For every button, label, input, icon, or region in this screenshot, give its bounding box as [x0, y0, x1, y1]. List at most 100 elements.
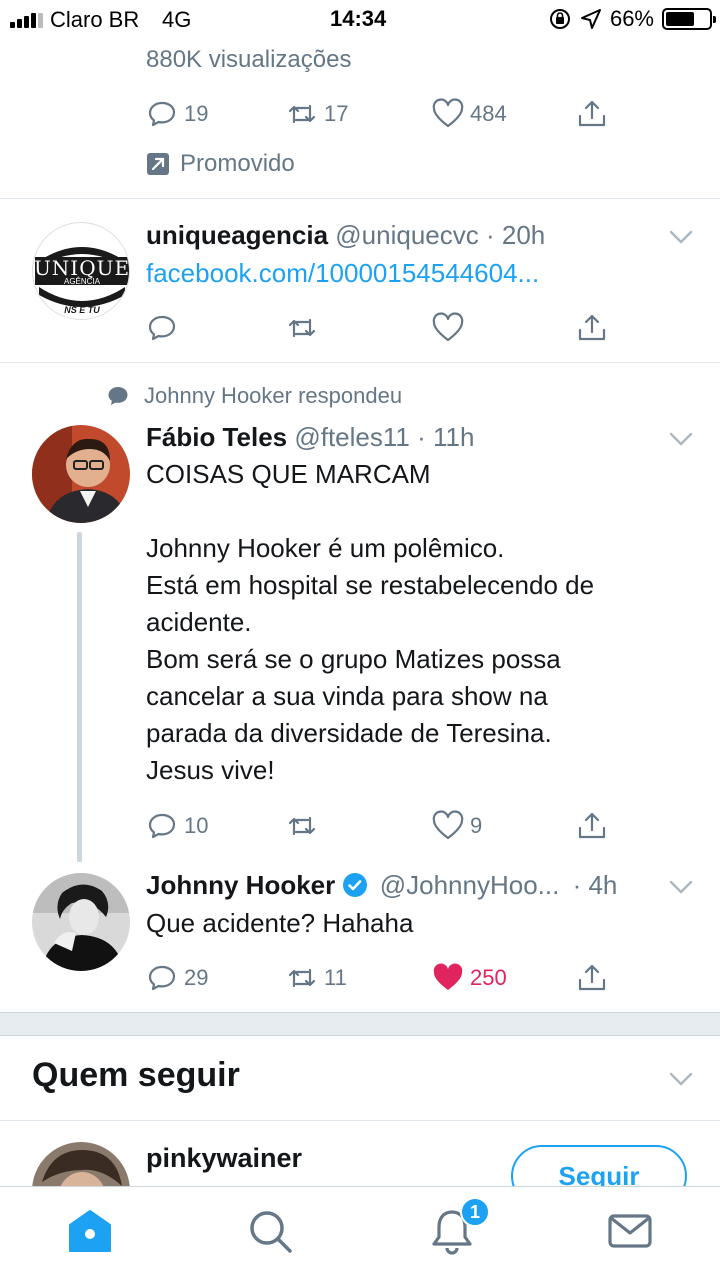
heart-icon: [432, 98, 464, 128]
user-name[interactable]: Fábio Teles: [146, 422, 287, 452]
reply-icon: [148, 315, 176, 341]
reply-button[interactable]: 10: [146, 806, 208, 846]
reply-button[interactable]: [146, 308, 178, 348]
tweet-body: Que acidente? Hahaha: [146, 908, 414, 938]
reply-count: 29: [184, 965, 209, 990]
tweet-line: Johnny Hooker é um polêmico.: [146, 533, 505, 563]
promoted-icon: [147, 153, 169, 175]
tweet-actions: [146, 308, 626, 348]
reply-count: 19: [184, 101, 209, 126]
reply-count: 10: [184, 813, 209, 838]
retweet-button[interactable]: [286, 308, 318, 348]
notification-badge: 1: [460, 1197, 490, 1227]
retweet-button[interactable]: 11: [286, 958, 347, 998]
like-button[interactable]: 250: [432, 958, 507, 998]
tweet-header: Fábio Teles @fteles11 · 11h: [146, 422, 474, 453]
user-name[interactable]: Johnny Hooker: [146, 870, 335, 900]
chevron-down-icon[interactable]: [668, 426, 694, 452]
view-count: 880K visualizações: [146, 46, 352, 73]
messages-envelope-icon[interactable]: [606, 1207, 654, 1255]
chevron-down-icon[interactable]: [668, 874, 694, 900]
like-count: 484: [470, 101, 507, 126]
tweet-line: [146, 493, 594, 530]
home-icon[interactable]: [66, 1207, 114, 1255]
share-button[interactable]: [576, 958, 608, 998]
thread-connector: [77, 532, 82, 862]
like-count: 9: [470, 813, 483, 838]
status-bar: Claro BR 4G 14:34 66%: [0, 0, 720, 40]
section-separator: [0, 1012, 720, 1036]
share-button[interactable]: [576, 308, 608, 348]
tab-bar: [0, 1186, 720, 1280]
tweet-body: COISAS QUE MARCAM Johnny Hooker é um pol…: [146, 456, 594, 789]
retweet-icon: [288, 968, 316, 988]
avatar-bottom-text: NS E TU: [64, 305, 100, 315]
suggested-user-name[interactable]: pinkywainer: [146, 1143, 302, 1174]
carrier-name: Claro BR: [50, 7, 140, 32]
tweet-time: · 11h: [417, 422, 475, 452]
avatar[interactable]: [32, 873, 130, 971]
share-button[interactable]: [576, 94, 608, 134]
tweet-line: COISAS QUE MARCAM: [146, 459, 431, 489]
reply-context-text: Johnny Hooker respondeu: [144, 383, 403, 408]
share-icon: [578, 314, 606, 341]
reply-button[interactable]: 19: [146, 94, 208, 134]
user-handle[interactable]: @JohnnyHoo...: [380, 870, 560, 900]
tweet-line: Bom será se o grupo Matizes possa: [146, 644, 561, 674]
divider: [0, 1120, 720, 1121]
promoted-indicator: Promovido: [146, 150, 295, 178]
share-icon: [578, 812, 606, 839]
tweet-actions: 29 11 250: [146, 958, 626, 998]
share-button[interactable]: [576, 806, 608, 846]
share-icon: [578, 964, 606, 991]
signal-icon: [10, 12, 43, 28]
location-arrow-icon: [580, 9, 601, 29]
tweet-header: Johnny Hooker @JohnnyHoo... · 4h: [146, 870, 617, 901]
reply-button[interactable]: 29: [146, 958, 208, 998]
divider: [0, 362, 720, 363]
retweet-button[interactable]: 17: [286, 94, 348, 134]
retweet-icon: [288, 318, 316, 338]
divider: [0, 198, 720, 199]
status-right: 66%: [548, 6, 716, 32]
promoted-label: Promovido: [180, 150, 295, 177]
rotation-lock-icon: [549, 9, 570, 29]
avatar[interactable]: [32, 425, 130, 523]
tweet-link[interactable]: facebook.com/10000154544604...: [146, 255, 539, 292]
battery-icon: [662, 8, 716, 30]
reply-context: Johnny Hooker respondeu: [106, 383, 402, 409]
section-title: Quem seguir: [32, 1056, 240, 1094]
user-photo: [32, 873, 130, 971]
tweet-header: uniqueagencia @uniquecvc · 20h: [146, 220, 545, 251]
verified-badge-icon: [343, 873, 368, 897]
reply-icon: [148, 965, 176, 991]
user-name[interactable]: uniqueagencia: [146, 220, 328, 250]
user-photo: [32, 425, 130, 523]
tweet-time: · 20h: [486, 220, 546, 250]
tweet-time: · 4h: [572, 870, 618, 900]
like-button[interactable]: [432, 308, 464, 348]
retweet-button[interactable]: [286, 806, 318, 846]
battery-percent: 66%: [609, 6, 654, 31]
heart-icon: [432, 312, 464, 342]
tweet-actions: 19 17 484: [146, 94, 626, 134]
clock: 14:34: [330, 6, 387, 31]
tweet-line: cancelar a sua vinda para show na: [146, 681, 548, 711]
reply-bubble-icon: [108, 387, 128, 405]
retweet-count: 11: [324, 965, 347, 990]
network-type: 4G: [162, 7, 192, 32]
like-button[interactable]: 9: [432, 806, 482, 846]
chevron-down-icon[interactable]: [668, 224, 694, 250]
user-handle[interactable]: @fteles11: [294, 422, 410, 452]
search-icon[interactable]: [246, 1207, 294, 1255]
heart-icon: [432, 810, 464, 840]
reply-icon: [148, 813, 176, 839]
retweet-icon: [288, 104, 316, 124]
like-button[interactable]: 484: [432, 94, 507, 134]
user-handle[interactable]: @uniquecvc: [335, 220, 478, 250]
avatar[interactable]: UNIQUE AGÊNCIA NS E TU: [32, 222, 130, 320]
chevron-down-icon[interactable]: [668, 1066, 694, 1092]
tweet-line: Jesus vive!: [146, 755, 275, 785]
heart-filled-icon: [433, 963, 463, 990]
retweet-count: 17: [324, 101, 349, 126]
